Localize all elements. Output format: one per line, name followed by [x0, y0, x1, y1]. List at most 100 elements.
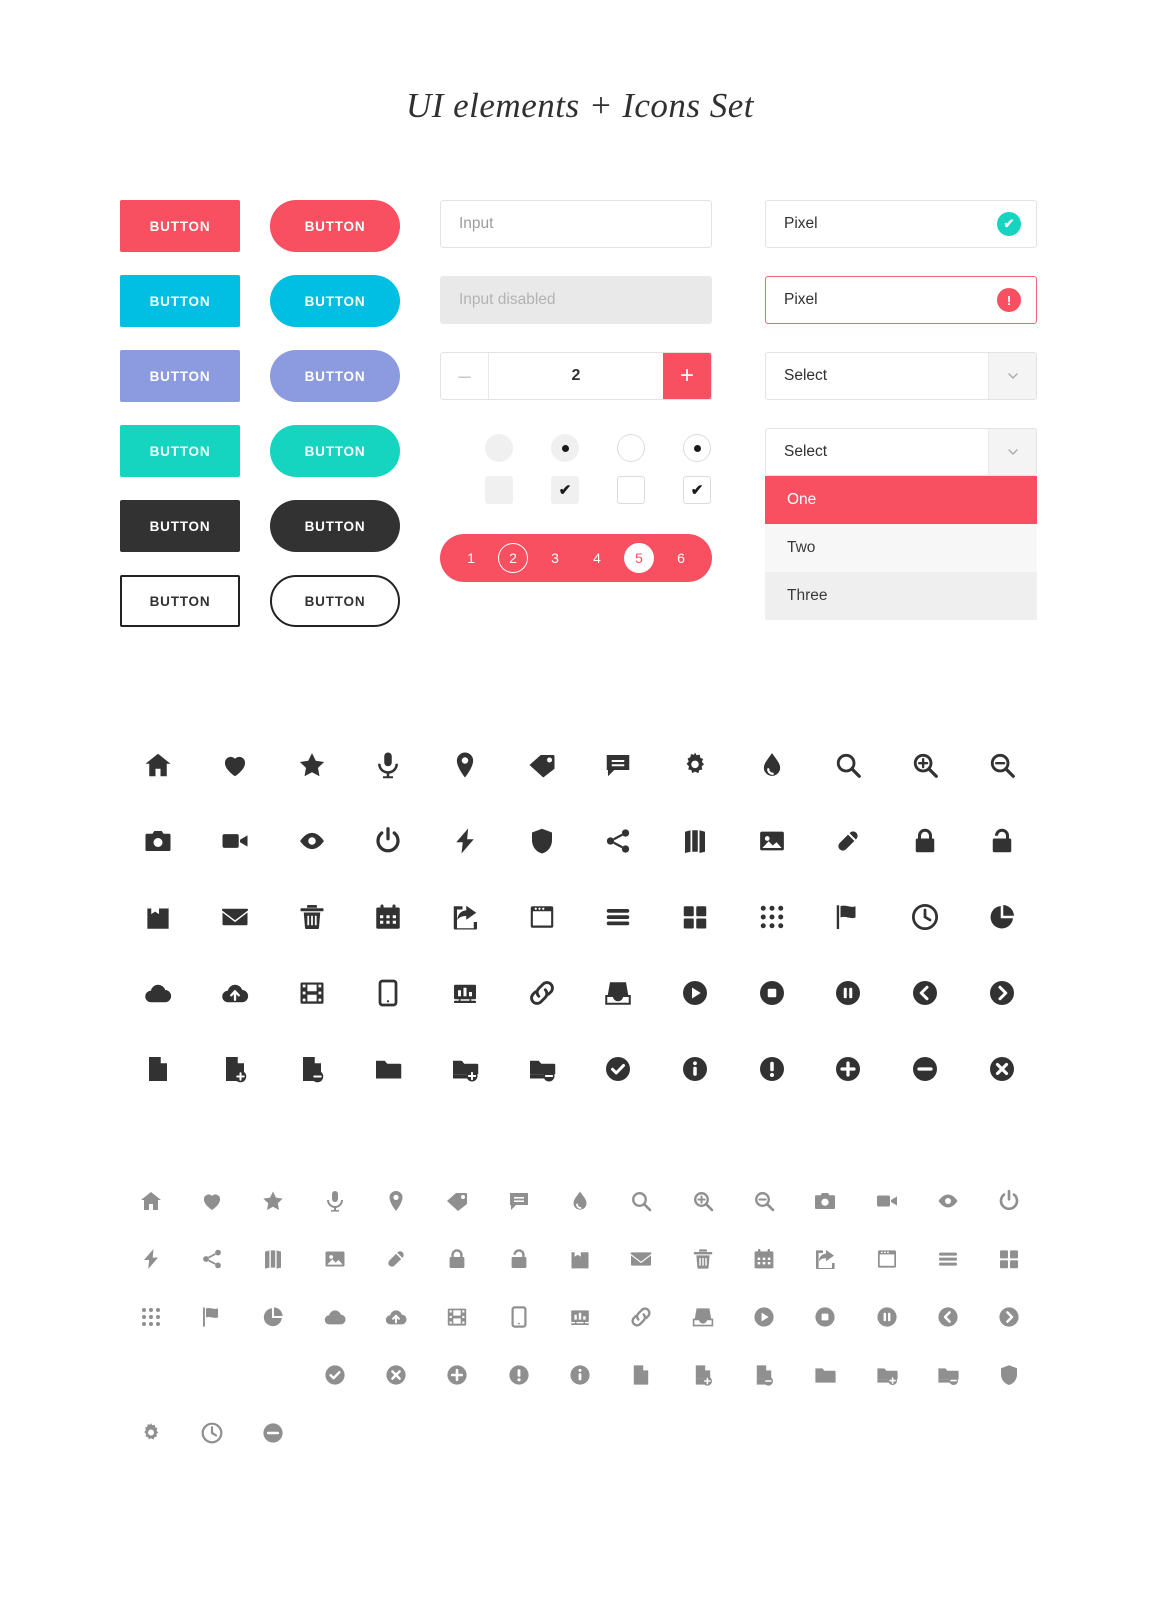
lightning-bolt-icon[interactable]: [427, 818, 504, 864]
power-icon[interactable]: [979, 1182, 1040, 1220]
cloud-icon[interactable]: [304, 1298, 365, 1336]
exclamation-circle-icon[interactable]: [733, 1046, 810, 1092]
button-teal-rect[interactable]: BUTTON: [120, 425, 240, 477]
exclamation-circle-icon[interactable]: [488, 1356, 549, 1394]
chat-bubble-icon[interactable]: [580, 742, 657, 788]
chevron-right-circle-icon[interactable]: [963, 970, 1040, 1016]
folder-remove-icon[interactable]: [503, 1046, 580, 1092]
browser-window-icon[interactable]: [503, 894, 580, 940]
zoom-in-icon[interactable]: [887, 742, 964, 788]
button-red-rect[interactable]: BUTTON: [120, 200, 240, 252]
lock-open-icon[interactable]: [488, 1240, 549, 1278]
button-dark-pill[interactable]: BUTTON: [270, 500, 400, 552]
select-option-three[interactable]: Three: [765, 572, 1037, 620]
shield-icon[interactable]: [503, 818, 580, 864]
list-icon[interactable]: [580, 894, 657, 940]
pagination-page-5[interactable]: 5: [624, 543, 654, 573]
folder-icon[interactable]: [795, 1356, 856, 1394]
stepper-value[interactable]: 2: [489, 353, 663, 399]
video-camera-icon[interactable]: [197, 818, 274, 864]
clock-icon[interactable]: [181, 1414, 242, 1452]
checkbox-filled-unchecked[interactable]: [485, 476, 513, 504]
cloud-icon[interactable]: [120, 970, 197, 1016]
grid-dots-icon[interactable]: [120, 1298, 181, 1336]
cloud-upload-icon[interactable]: [197, 970, 274, 1016]
pause-circle-icon[interactable]: [856, 1298, 917, 1336]
minus-circle-icon[interactable]: [887, 1046, 964, 1092]
search-icon[interactable]: [611, 1182, 672, 1220]
calendar-icon[interactable]: [350, 894, 427, 940]
share-icon[interactable]: [181, 1240, 242, 1278]
file-icon[interactable]: [120, 1046, 197, 1092]
radio-outline-unchecked[interactable]: [617, 434, 645, 462]
link-icon[interactable]: [503, 970, 580, 1016]
heart-icon[interactable]: [197, 742, 274, 788]
zoom-in-icon[interactable]: [672, 1182, 733, 1220]
gear-icon[interactable]: [120, 1414, 181, 1452]
columns-icon[interactable]: [243, 1240, 304, 1278]
lightning-bolt-icon[interactable]: [120, 1240, 181, 1278]
select-closed[interactable]: Select: [765, 352, 1037, 400]
image-icon[interactable]: [733, 818, 810, 864]
pagination-page-3[interactable]: 3: [540, 543, 570, 573]
eye-icon[interactable]: [273, 818, 350, 864]
button-outline-pill[interactable]: BUTTON: [270, 575, 400, 627]
location-pin-icon[interactable]: [365, 1182, 426, 1220]
lock-closed-icon[interactable]: [427, 1240, 488, 1278]
microphone-icon[interactable]: [304, 1182, 365, 1220]
button-outline-rect[interactable]: BUTTON: [120, 575, 240, 627]
camera-icon[interactable]: [795, 1182, 856, 1220]
plus-circle-icon[interactable]: [810, 1046, 887, 1092]
inbox-icon[interactable]: [672, 1298, 733, 1336]
list-icon[interactable]: [917, 1240, 978, 1278]
button-teal-pill[interactable]: BUTTON: [270, 425, 400, 477]
folder-remove-icon[interactable]: [917, 1356, 978, 1394]
link-icon[interactable]: [611, 1298, 672, 1336]
flag-icon[interactable]: [181, 1298, 242, 1336]
checkbox-outline-unchecked[interactable]: [617, 476, 645, 504]
bar-chart-icon[interactable]: [427, 970, 504, 1016]
grid-squares-icon[interactable]: [979, 1240, 1040, 1278]
close-circle-icon[interactable]: [963, 1046, 1040, 1092]
select-option-one[interactable]: One: [765, 476, 1037, 524]
stepper-decrement-button[interactable]: –: [441, 353, 489, 399]
folder-icon[interactable]: [350, 1046, 427, 1092]
file-remove-icon[interactable]: [273, 1046, 350, 1092]
play-circle-icon[interactable]: [657, 970, 734, 1016]
pagination-page-6[interactable]: 6: [666, 543, 696, 573]
pause-circle-icon[interactable]: [810, 970, 887, 1016]
search-icon[interactable]: [810, 742, 887, 788]
radio-filled-checked[interactable]: [551, 434, 579, 462]
envelope-icon[interactable]: [611, 1240, 672, 1278]
radio-outline-checked[interactable]: [683, 434, 711, 462]
home-icon[interactable]: [120, 742, 197, 788]
close-circle-icon[interactable]: [365, 1356, 426, 1394]
play-circle-icon[interactable]: [733, 1298, 794, 1336]
video-camera-icon[interactable]: [856, 1182, 917, 1220]
image-icon[interactable]: [304, 1240, 365, 1278]
chevron-left-circle-icon[interactable]: [887, 970, 964, 1016]
pagination-page-1[interactable]: 1: [456, 543, 486, 573]
folder-add-icon[interactable]: [427, 1046, 504, 1092]
home-icon[interactable]: [120, 1182, 181, 1220]
pagination-page-2[interactable]: 2: [498, 543, 528, 573]
plus-circle-icon[interactable]: [427, 1356, 488, 1394]
pill-icon[interactable]: [810, 818, 887, 864]
zoom-out-icon[interactable]: [963, 742, 1040, 788]
star-icon[interactable]: [273, 742, 350, 788]
info-circle-icon[interactable]: [549, 1356, 610, 1394]
stop-circle-icon[interactable]: [733, 970, 810, 1016]
checkbox-filled-checked[interactable]: ✔: [551, 476, 579, 504]
film-icon[interactable]: [427, 1298, 488, 1336]
stepper-increment-button[interactable]: +: [663, 353, 711, 399]
file-icon[interactable]: [611, 1356, 672, 1394]
tablet-icon[interactable]: [488, 1298, 549, 1336]
grid-dots-icon[interactable]: [733, 894, 810, 940]
text-input[interactable]: Input: [440, 200, 712, 248]
checkbox-outline-checked[interactable]: ✔: [683, 476, 711, 504]
button-dark-rect[interactable]: BUTTON: [120, 500, 240, 552]
water-drop-icon[interactable]: [733, 742, 810, 788]
zoom-out-icon[interactable]: [733, 1182, 794, 1220]
button-blue-pill[interactable]: BUTTON: [270, 275, 400, 327]
film-icon[interactable]: [273, 970, 350, 1016]
